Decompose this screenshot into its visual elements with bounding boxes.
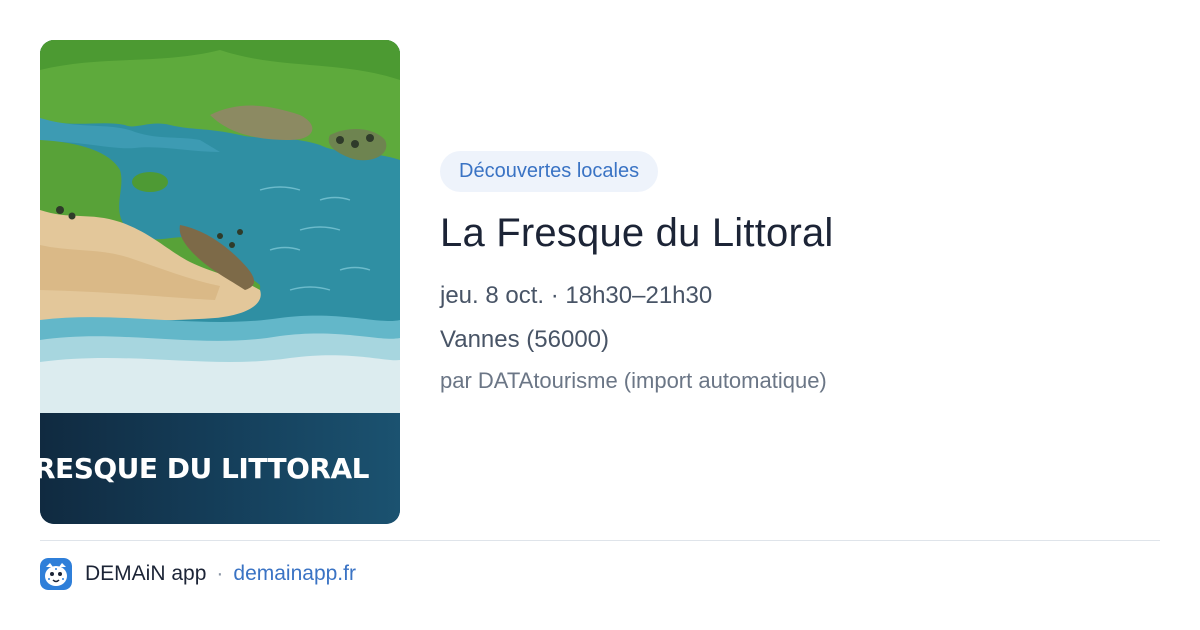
app-domain-link[interactable]: demainapp.fr bbox=[233, 562, 356, 586]
footer-separator: · bbox=[216, 562, 224, 585]
coastline-illustration bbox=[40, 40, 400, 413]
event-title[interactable]: La Fresque du Littoral bbox=[440, 208, 1160, 258]
app-name: DEMAiN app bbox=[85, 562, 207, 585]
banner-title: RESQUE DU LITTORAL bbox=[40, 452, 369, 485]
event-details: Découvertes locales La Fresque du Littor… bbox=[440, 151, 1160, 395]
leopard-face-icon[interactable] bbox=[40, 558, 72, 590]
category-badge[interactable]: Découvertes locales bbox=[440, 151, 659, 192]
footer: DEMAiN app · demainapp.fr bbox=[40, 558, 356, 590]
event-image[interactable]: RESQUE DU LITTORAL bbox=[40, 40, 400, 524]
event-source: par DATAtourisme (import automatique) bbox=[440, 368, 827, 393]
event-date-time: jeu. 8 oct. · 18h30–21h30 bbox=[440, 282, 713, 309]
footer-divider bbox=[40, 540, 1160, 541]
image-banner: RESQUE DU LITTORAL bbox=[40, 413, 400, 524]
event-location: Vannes (56000) bbox=[440, 326, 610, 353]
